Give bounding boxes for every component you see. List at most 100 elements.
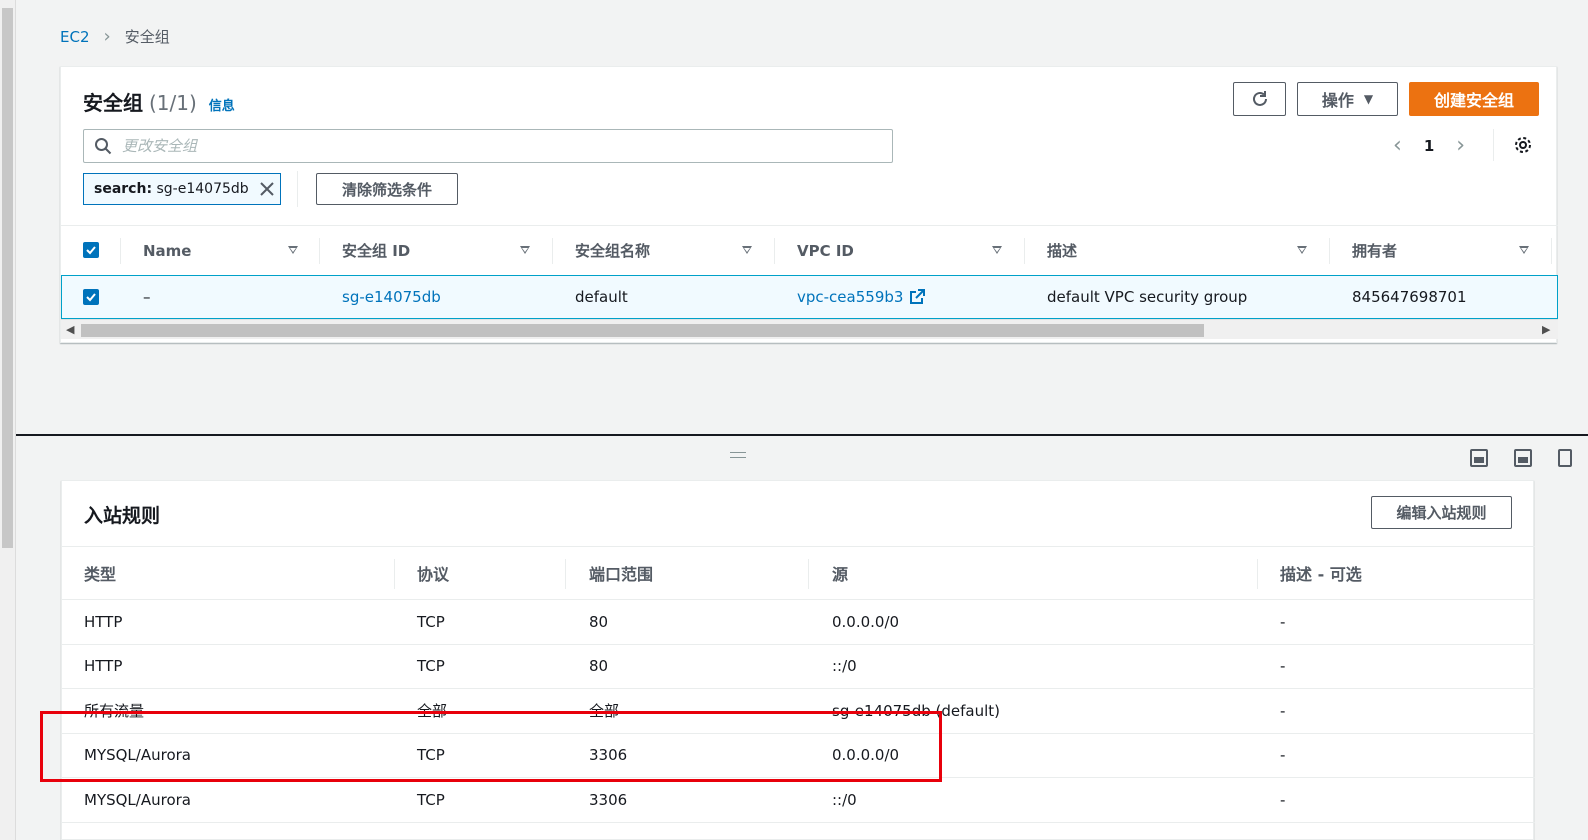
- table-row: HTTP TCP 80 ::/0 -: [62, 645, 1535, 689]
- checkmark-icon: [86, 246, 96, 255]
- cell-port-range: 全部: [589, 702, 620, 721]
- column-header-description: 描述 - 可选: [1280, 565, 1362, 584]
- row-checkbox[interactable]: [83, 289, 99, 305]
- cell-port-range: 3306: [589, 790, 628, 809]
- sort-icon[interactable]: [742, 246, 752, 254]
- cell-protocol: 全部: [417, 702, 448, 721]
- page-scrollbar[interactable]: [0, 0, 16, 840]
- sort-icon[interactable]: [992, 246, 1002, 254]
- column-header-name[interactable]: Name: [143, 226, 191, 275]
- column-divider: [1329, 238, 1330, 264]
- cell-type: HTTP: [84, 612, 123, 631]
- column-divider: [319, 238, 320, 264]
- table-header: Name 安全组 ID 安全组名称 VPC ID 描述 拥有者: [61, 225, 1558, 275]
- page-title: 安全组 (1/1) 信息: [83, 87, 235, 116]
- cell-description: default VPC security group: [1047, 288, 1248, 306]
- pagination: ‹ 1 ›: [1393, 133, 1465, 158]
- table-row: MYSQL/Aurora TCP 3306 ::/0 -: [62, 778, 1535, 823]
- sort-icon[interactable]: [288, 246, 298, 254]
- current-page[interactable]: 1: [1424, 137, 1434, 155]
- inbound-rules-table: 类型 协议 端口范围 源 描述 - 可选 HTTP TCP 80 0.0.0.0…: [62, 546, 1535, 823]
- cell-description: -: [1280, 612, 1286, 631]
- cell-port-range: 3306: [589, 746, 628, 765]
- column-divider: [120, 238, 121, 264]
- cell-type: 所有流量: [84, 702, 145, 721]
- security-groups-panel: 安全组 (1/1) 信息 操作 ▼ 创建安全组 ‹ 1 › search: sg…: [60, 66, 1558, 343]
- cell-vpc-id-link[interactable]: vpc-cea559b3: [797, 276, 926, 318]
- close-icon[interactable]: [259, 181, 275, 197]
- info-link[interactable]: 信息: [209, 95, 235, 114]
- divider: [1493, 129, 1494, 161]
- filter-token-key: search:: [94, 181, 153, 197]
- scroll-left-icon[interactable]: ◀: [66, 323, 74, 336]
- scrollbar-thumb[interactable]: [81, 324, 1204, 337]
- cell-protocol: TCP: [417, 746, 445, 765]
- table-row[interactable]: – sg-e14075db default vpc-cea559b3 defau…: [61, 275, 1558, 319]
- cell-type: MYSQL/Aurora: [84, 790, 191, 809]
- cell-source: ::/0: [832, 657, 857, 676]
- scrollbar-thumb[interactable]: [2, 8, 13, 548]
- create-security-group-button[interactable]: 创建安全组: [1409, 82, 1539, 116]
- column-header-sg-id[interactable]: 安全组 ID: [342, 226, 410, 275]
- search-input-wrapper[interactable]: [83, 129, 893, 163]
- gear-icon: [1515, 137, 1531, 153]
- cell-source: 0.0.0.0/0: [832, 612, 900, 631]
- refresh-button[interactable]: [1233, 82, 1286, 116]
- horizontal-scrollbar[interactable]: ◀ ▶: [61, 319, 1558, 339]
- cell-port-range: 80: [589, 657, 609, 676]
- column-header-protocol: 协议: [417, 565, 450, 584]
- cell-protocol: TCP: [417, 612, 445, 631]
- prev-page-icon[interactable]: ‹: [1393, 133, 1402, 158]
- search-input[interactable]: [122, 137, 822, 155]
- actions-dropdown-button[interactable]: 操作 ▼: [1297, 82, 1398, 116]
- details-split-panel: 入站规则 编辑入站规则 类型 协议 端口范围 源 描述 - 可选 HTTP TC…: [16, 436, 1588, 840]
- vpc-id-text: vpc-cea559b3: [797, 288, 904, 306]
- cell-protocol: TCP: [417, 657, 445, 676]
- panel-side-icon[interactable]: [1514, 449, 1532, 467]
- cell-port-range: 80: [589, 612, 609, 631]
- chevron-right-icon: ›: [103, 26, 111, 47]
- table-row: 所有流量 全部 全部 sg-e14075db (default) -: [62, 689, 1535, 734]
- drag-handle-icon[interactable]: [730, 452, 746, 458]
- cell-owner: 845647698701: [1352, 288, 1467, 306]
- column-header-vpc-id[interactable]: VPC ID: [797, 226, 854, 275]
- edit-inbound-rules-button[interactable]: 编辑入站规则: [1371, 496, 1512, 529]
- select-all-checkbox[interactable]: [83, 242, 99, 258]
- breadcrumb-current: 安全组: [124, 28, 170, 46]
- sort-icon[interactable]: [1519, 246, 1529, 254]
- panel-bottom-icon[interactable]: [1470, 449, 1488, 467]
- clear-filters-button[interactable]: 清除筛选条件: [316, 173, 458, 205]
- next-page-icon[interactable]: ›: [1456, 133, 1465, 158]
- cell-sg-name: default: [575, 288, 628, 306]
- preferences-button[interactable]: [1513, 135, 1533, 159]
- cell-type: MYSQL/Aurora: [84, 746, 191, 765]
- divider: [297, 171, 298, 207]
- filter-token: search: sg-e14075db: [83, 173, 281, 205]
- refresh-icon: [1252, 91, 1267, 106]
- column-divider: [808, 559, 809, 589]
- cell-name: –: [143, 288, 151, 306]
- column-header-owner[interactable]: 拥有者: [1352, 226, 1397, 275]
- caret-down-icon: ▼: [1363, 92, 1374, 106]
- column-divider: [552, 238, 553, 264]
- column-divider: [1024, 238, 1025, 264]
- table-header: 类型 协议 端口范围 源 描述 - 可选: [62, 546, 1535, 600]
- column-header-description[interactable]: 描述: [1047, 226, 1077, 275]
- cell-description: -: [1280, 746, 1286, 765]
- filter-token-value: sg-e14075db: [156, 181, 249, 197]
- cell-source: 0.0.0.0/0: [832, 746, 900, 765]
- actions-label: 操作: [1321, 91, 1354, 110]
- scroll-right-icon[interactable]: ▶: [1542, 323, 1550, 336]
- sort-icon[interactable]: [520, 246, 530, 254]
- breadcrumb-ec2-link[interactable]: EC2: [60, 28, 90, 46]
- cell-type: HTTP: [84, 657, 123, 676]
- security-groups-table: Name 安全组 ID 安全组名称 VPC ID 描述 拥有者 – sg-e14…: [61, 225, 1558, 339]
- cell-sg-id-link[interactable]: sg-e14075db: [342, 276, 441, 318]
- cell-description: -: [1280, 657, 1286, 676]
- sort-icon[interactable]: [1297, 246, 1307, 254]
- panel-full-icon[interactable]: [1558, 449, 1572, 467]
- security-groups-area: EC2 › 安全组 安全组 (1/1) 信息 操作 ▼ 创建安全组 ‹ 1 ›: [16, 0, 1588, 436]
- column-header-sg-name[interactable]: 安全组名称: [575, 226, 650, 275]
- inbound-rules-panel: 入站规则 编辑入站规则 类型 协议 端口范围 源 描述 - 可选 HTTP TC…: [61, 480, 1535, 840]
- search-icon: [95, 138, 112, 155]
